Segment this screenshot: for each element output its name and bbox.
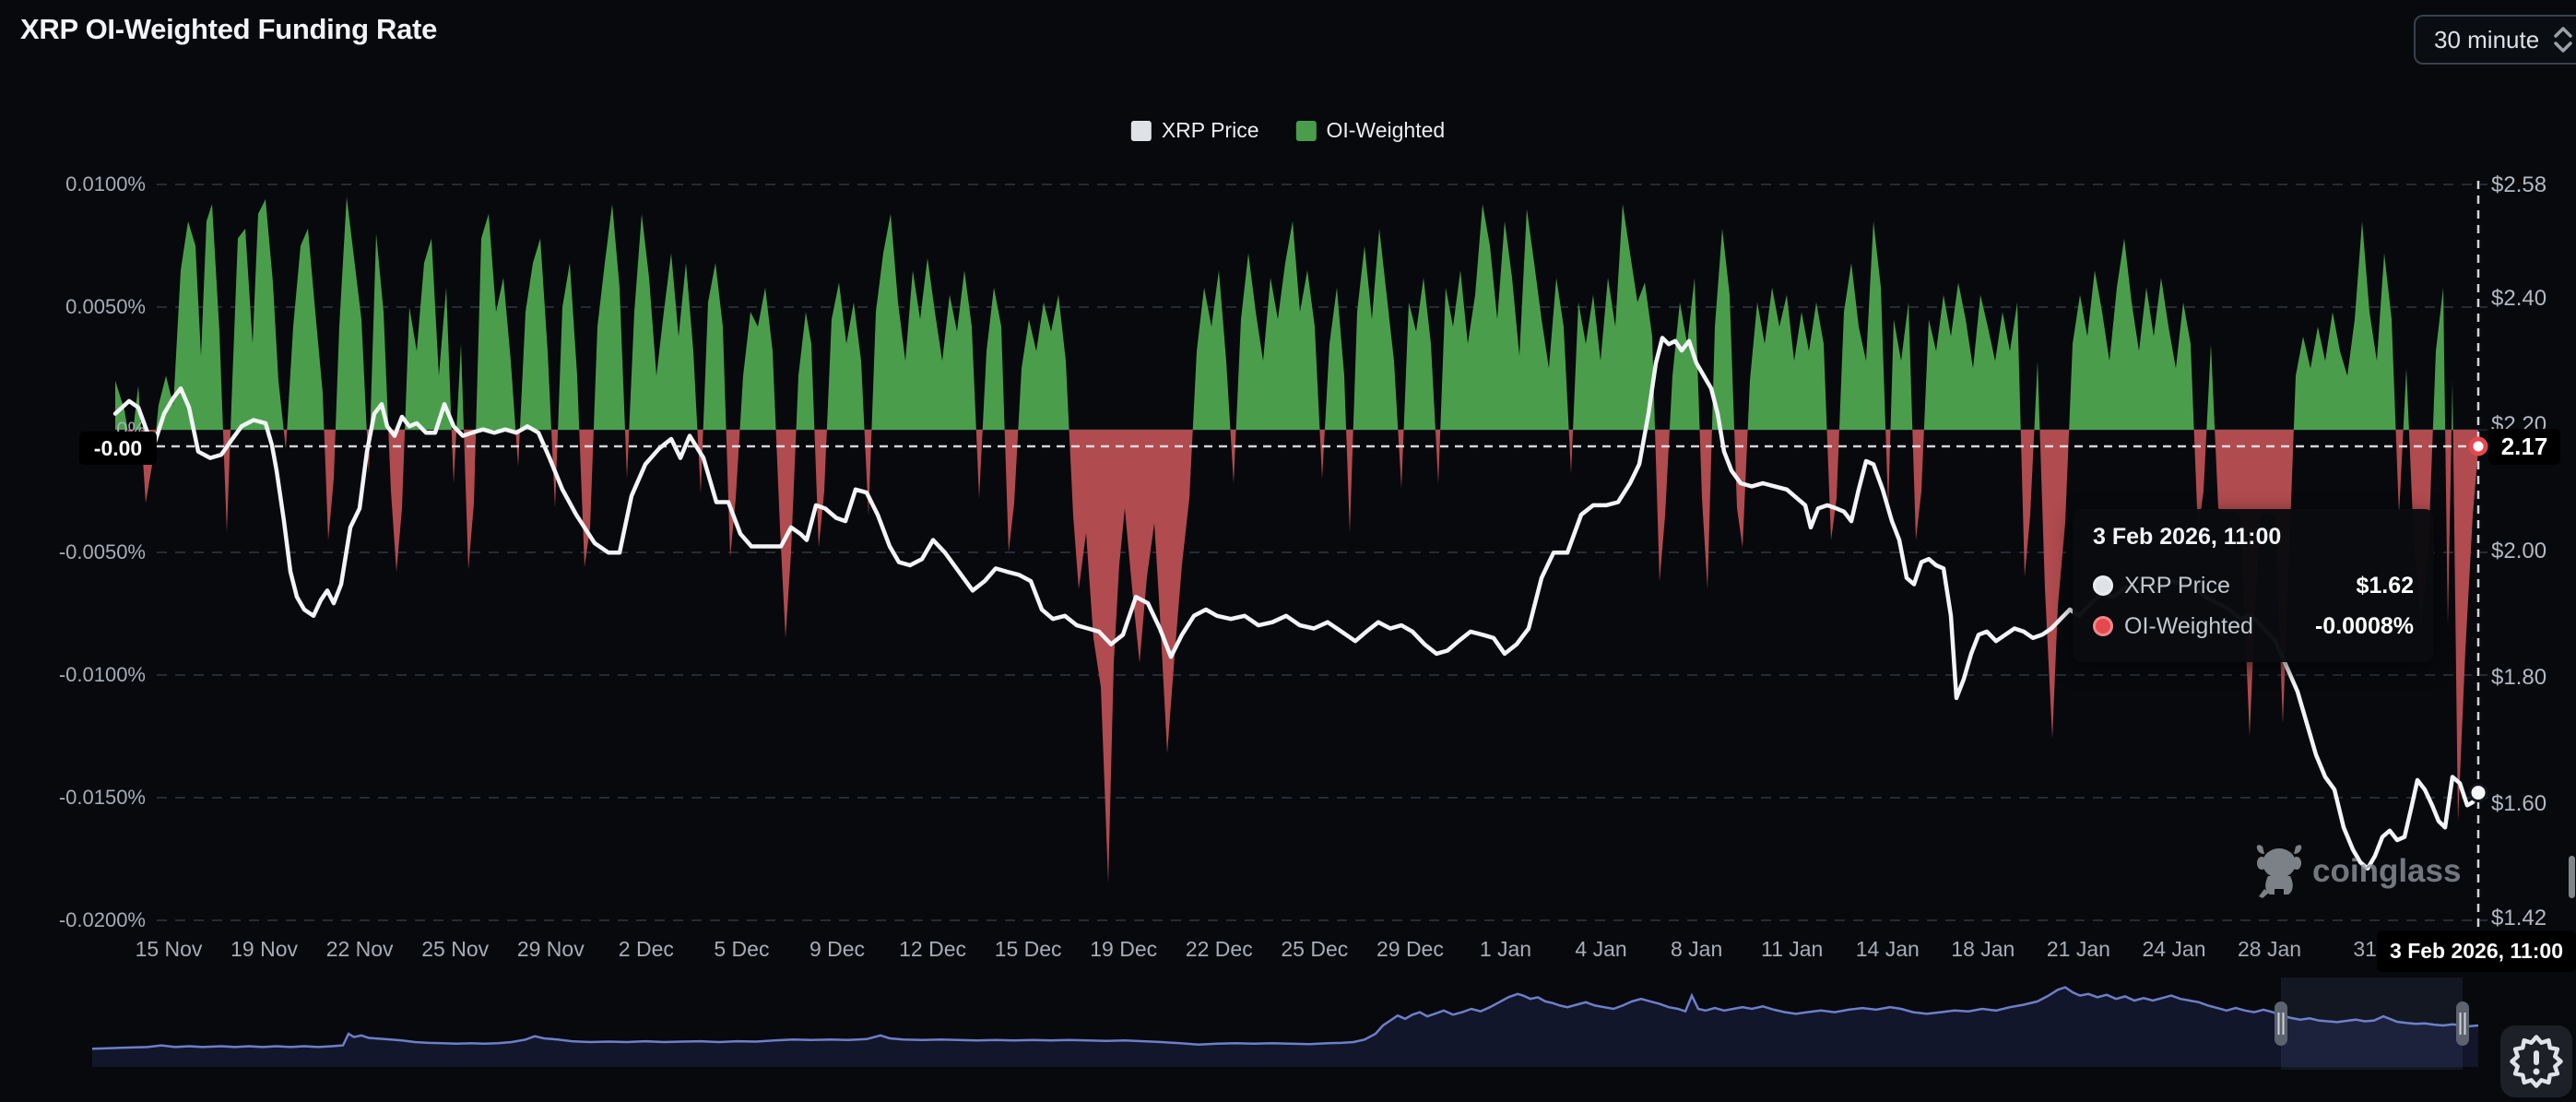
crosshair-left-badge: -0.00: [79, 432, 157, 465]
tooltip-value: $1.62: [2356, 573, 2414, 599]
tooltip-label: XRP Price: [2124, 573, 2230, 599]
oi-weighted-dot-icon: [2093, 616, 2113, 636]
tooltip-row-oi-weighted: OI-Weighted -0.0008%: [2093, 606, 2414, 646]
right-axis-label: $2.58: [2491, 173, 2546, 197]
left-axis-label: -0.0150%: [0, 786, 146, 810]
right-axis-label: $1.42: [2491, 906, 2546, 930]
alert-seal-icon: [2510, 1035, 2563, 1088]
tooltip-row-xrp-price: XRP Price $1.62: [2093, 565, 2414, 606]
left-axis-label: -0.0200%: [0, 908, 146, 932]
right-axis-label: $2.00: [2491, 539, 2546, 563]
left-axis-label: -0.0050%: [0, 540, 146, 564]
page-scrollbar-thumb[interactable]: [2569, 856, 2575, 898]
coinglass-watermark: coinglass: [2255, 843, 2461, 900]
watermark-text: coinglass: [2312, 853, 2461, 890]
left-axis-label: 0.0100%: [0, 172, 146, 196]
tooltip-label: OI-Weighted: [2124, 613, 2253, 640]
left-axis-label: -0.0100%: [0, 663, 146, 687]
right-axis-label: $2.40: [2491, 287, 2546, 311]
coinglass-mascot-icon: [2255, 843, 2303, 900]
chart-tooltip: 3 Feb 2026, 11:00 XRP Price $1.62 OI-Wei…: [2073, 509, 2434, 662]
xrp-price-dot-icon: [2093, 575, 2113, 596]
tooltip-date: 3 Feb 2026, 11:00: [2093, 524, 2414, 551]
alert-seal-button[interactable]: [2500, 1025, 2572, 1097]
right-axis-label: $1.60: [2491, 792, 2546, 816]
crosshair-right-badge: 2.17: [2488, 429, 2560, 465]
crosshair-date-badge: 3 Feb 2026, 11:00: [2377, 930, 2576, 972]
left-axis-label: 0.0050%: [0, 295, 146, 319]
right-axis-label: $1.80: [2491, 666, 2546, 690]
tooltip-value: -0.0008%: [2315, 613, 2414, 640]
funding-rate-chart-page: XRP OI-Weighted Funding Rate 30 minute X…: [0, 0, 2576, 1102]
